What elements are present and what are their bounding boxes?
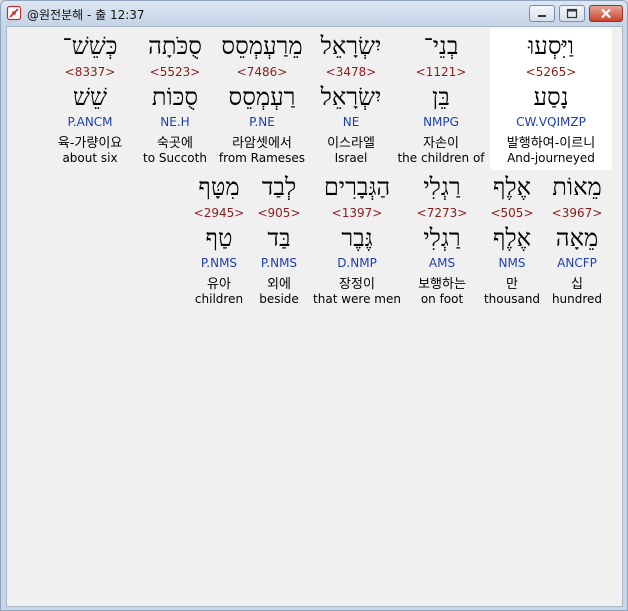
english-gloss: that were men: [313, 292, 401, 306]
hebrew-word: רַגְלִי: [423, 173, 461, 201]
close-icon: [601, 8, 611, 19]
english-gloss: the children of: [397, 151, 485, 165]
parse-code: AMS: [428, 256, 456, 270]
interlinear-panel[interactable]: כְּשֵׁשׁ־ <8337> שֵׁשׁ P.ANCM 육-가량이요 abo…: [6, 26, 623, 607]
hebrew-word: וַיִּסְעוּ: [528, 32, 574, 60]
app-window: @원전분해 - 출 12:37 כְּשֵׁשׁ־ <8337> שֵׁשׁ P…: [0, 0, 628, 611]
english-gloss: thousand: [483, 292, 541, 306]
lemma-word: גֶּבֶר: [341, 224, 373, 252]
lemma-word: נָסַע: [533, 83, 569, 111]
minimize-icon: [538, 15, 546, 17]
lemma-word: רַגְלִי: [423, 224, 461, 252]
strong-number[interactable]: <7486>: [214, 65, 310, 79]
strong-number[interactable]: <7273>: [407, 206, 477, 220]
strong-number[interactable]: <8337>: [52, 65, 128, 79]
parse-code: ANCFP: [557, 256, 597, 270]
parse-code: NMPG: [423, 115, 459, 129]
parse-code: NMS: [498, 256, 526, 270]
strong-number[interactable]: <5265>: [490, 65, 612, 79]
strong-number[interactable]: <1121>: [395, 65, 487, 79]
lemma-word: יִשְׂרָאֵל: [320, 83, 382, 111]
lemma-word: בַּד: [267, 224, 291, 252]
hebrew-word: מֵרַעְמְסֵס: [221, 32, 303, 60]
strong-number[interactable]: <2945>: [193, 206, 245, 220]
lemma-word: טַף: [205, 224, 233, 252]
english-gloss: children: [194, 292, 244, 306]
hebrew-word: בְנֵי־: [423, 32, 459, 60]
korean-gloss: 자손이: [423, 136, 459, 151]
korean-gloss: 보행하는: [418, 277, 466, 292]
maximize-button[interactable]: [559, 5, 585, 22]
parse-code: P.NE: [249, 115, 275, 129]
lemma-word: בֵּן: [432, 83, 450, 111]
lemma-word: אֶלֶף: [492, 224, 532, 252]
app-icon: [6, 5, 22, 21]
maximize-icon: [566, 8, 578, 19]
parse-code: P.NMS: [200, 256, 238, 270]
korean-gloss: 숙곳에: [157, 136, 193, 151]
parse-code: P.NMS: [260, 256, 298, 270]
english-gloss: on foot: [420, 292, 464, 306]
korean-gloss: 장정이: [339, 277, 375, 292]
korean-gloss: 육-가량이요: [57, 136, 123, 151]
parse-code: P.ANCM: [67, 115, 113, 129]
hebrew-word: לְבַד: [261, 173, 297, 201]
strong-number[interactable]: <3478>: [311, 65, 391, 79]
window-title: @원전분해 - 출 12:37: [27, 8, 145, 22]
hebrew-word: מִטָּף: [198, 173, 240, 201]
parse-code: D.NMP: [337, 256, 377, 270]
korean-gloss: 외에: [267, 277, 291, 292]
hebrew-word: סֻכֹּתָה: [148, 32, 202, 60]
hebrew-word: כְּשֵׁשׁ־: [62, 32, 118, 60]
english-gloss: And-journeyed: [507, 151, 595, 165]
hebrew-word: אֶלֶף: [492, 173, 532, 201]
korean-gloss: 만: [506, 277, 518, 292]
strong-number[interactable]: <905>: [253, 206, 305, 220]
english-gloss: about six: [62, 151, 118, 165]
lemma-word: מֵאָה: [555, 224, 599, 252]
hebrew-word: יִשְׂרָאֵל: [320, 32, 382, 60]
title-bar[interactable]: @원전분해 - 출 12:37: [1, 1, 627, 25]
english-gloss: to Succoth: [143, 151, 207, 165]
hebrew-word: מֵאוֹת: [552, 173, 602, 201]
lemma-word: שֵׁשׁ: [73, 83, 107, 111]
lemma-word: סֻכּוֹת: [151, 83, 199, 111]
lemma-word: רַעְמְסֵס: [228, 83, 296, 111]
strong-number[interactable]: <1397>: [311, 206, 403, 220]
english-gloss: from Rameses: [218, 151, 306, 165]
hebrew-word: הַגְּבָרִים: [323, 173, 391, 201]
strong-number[interactable]: <505>: [481, 206, 543, 220]
english-gloss: hundred: [551, 292, 603, 306]
parse-code: NE: [342, 115, 360, 129]
strong-number[interactable]: <3967>: [547, 206, 607, 220]
korean-gloss: 발행하여-이르니: [506, 136, 596, 151]
minimize-button[interactable]: [529, 5, 555, 22]
english-gloss: Israel: [334, 151, 368, 165]
korean-gloss: 유아: [207, 277, 231, 292]
close-button[interactable]: [589, 5, 623, 22]
korean-gloss: 라암셋에서: [232, 136, 292, 151]
parse-code: NE.H: [160, 115, 190, 129]
english-gloss: beside: [259, 292, 299, 306]
strong-number[interactable]: <5523>: [138, 65, 212, 79]
korean-gloss: 이스라엘: [327, 136, 375, 151]
parse-code: CW.VQIMZP: [516, 115, 586, 129]
korean-gloss: 십: [571, 277, 583, 292]
